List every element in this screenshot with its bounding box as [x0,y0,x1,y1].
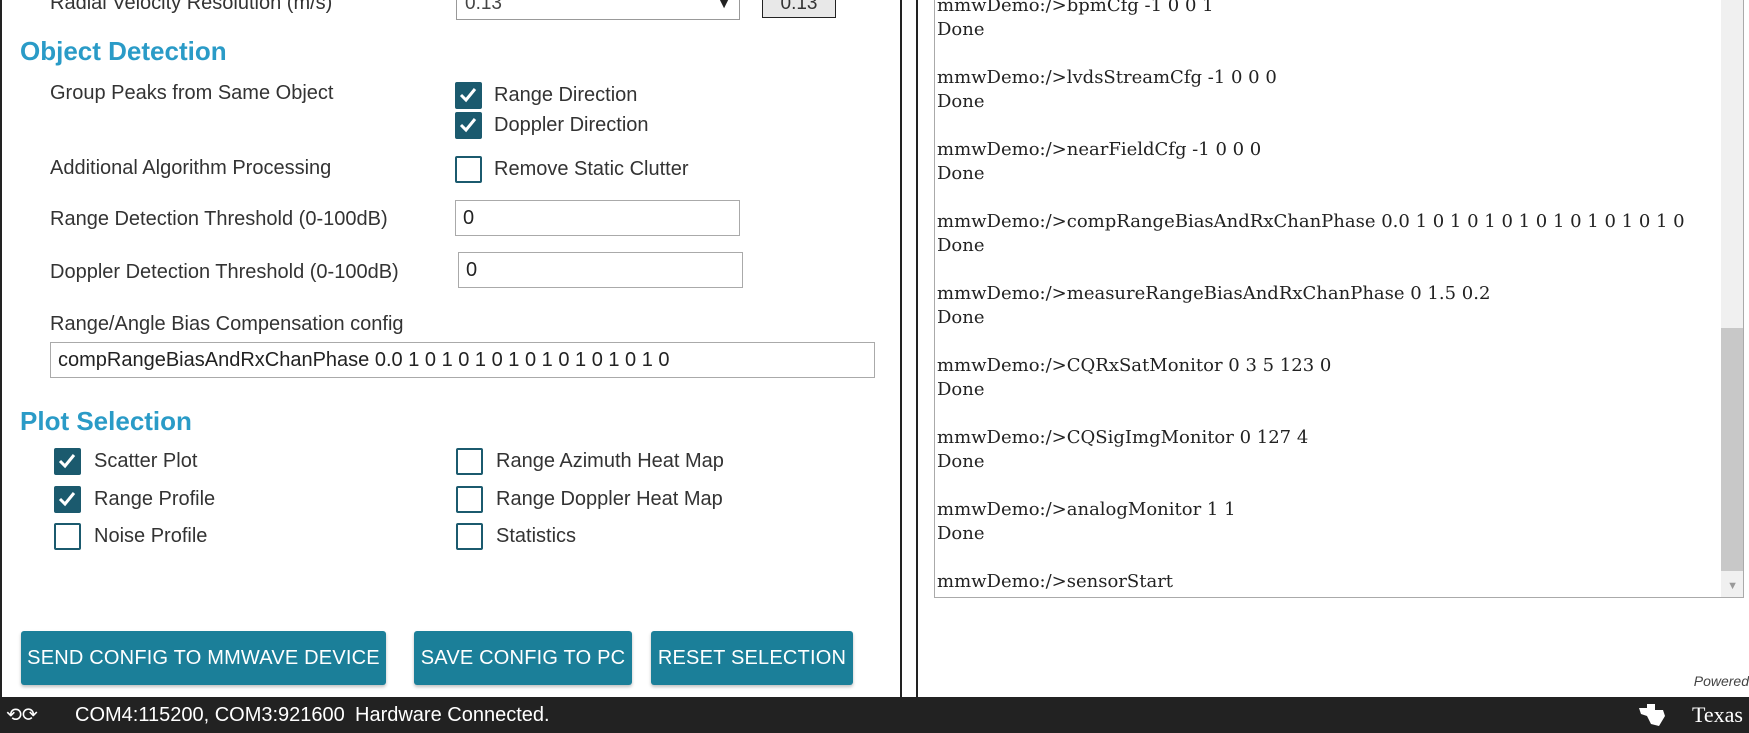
console-command-line: mmwDemo:/>bpmCfg -1 0 0 1 [937,0,1214,16]
console-output-line: Done [937,523,985,544]
radial-velocity-selected: 0.13 [465,0,502,14]
connection-status: Hardware Connected. [355,704,550,726]
status-bar: ⟲⟳ COM4:115200, COM3:921600 Hardware Con… [0,697,1749,733]
console-output-line: Done [937,91,985,112]
range-profile-label: Range Profile [94,488,216,510]
range-profile-checkbox[interactable] [54,486,81,513]
console-command-line: mmwDemo:/>lvdsStreamCfg -1 0 0 0 [937,67,1277,88]
console-command-line: mmwDemo:/>analogMonitor 1 1 [937,499,1236,520]
scroll-down-icon[interactable]: ▼ [1727,580,1738,592]
statistics-checkbox[interactable] [456,523,483,550]
console-output[interactable]: mmwDemo:/>bpmCfg -1 0 0 1 Done mmwDemo:/>l… [934,0,1744,598]
radial-velocity-select[interactable]: 0.13 ▼ [456,0,740,20]
refresh-connection-icon[interactable]: ⟲⟳ [6,704,38,727]
remove-static-clutter-checkbox[interactable] [455,156,482,183]
additional-processing-label: Additional Algorithm Processing [50,157,332,179]
console-output-line: Done [937,379,985,400]
doppler-threshold-input[interactable]: 0 [458,252,743,288]
powered-by-text: Powered [1693,673,1749,689]
dropdown-arrow-icon: ▼ [717,0,731,11]
statistics-label: Statistics [496,525,577,547]
bias-compensation-input[interactable]: compRangeBiasAndRxChanPhase 0.0 1 0 1 0 … [50,342,875,378]
range-azimuth-label: Range Azimuth Heat Map [496,450,724,472]
radial-velocity-label: Radial Velocity Resolution (m/s) [50,0,333,14]
range-doppler-checkbox[interactable] [456,486,483,513]
console-command-line: mmwDemo:/>compRangeBiasAndRxChanPhase 0.… [937,211,1685,232]
check-icon [58,454,76,469]
com-ports-status: COM4:115200, COM3:921600 [75,704,345,726]
console-command-line: mmwDemo:/>CQSigImgMonitor 0 127 4 [937,427,1309,448]
range-direction-label: Range Direction [494,84,638,106]
console-command-line: mmwDemo:/>nearFieldCfg -1 0 0 0 [937,139,1262,160]
config-panel: Radial Velocity Resolution (m/s) 0.13 ▼ … [0,0,902,697]
console-scrollbar[interactable]: ▼ [1721,0,1743,597]
console-output-line: Done [937,235,985,256]
scatter-plot-label: Scatter Plot [94,450,198,472]
console-command-line: mmwDemo:/>sensorStart [937,571,1174,592]
bias-compensation-label: Range/Angle Bias Compensation config [50,313,404,335]
save-config-button[interactable]: SAVE CONFIG TO PC [414,631,632,685]
radial-velocity-value: 0.13 [762,0,836,18]
range-threshold-label: Range Detection Threshold (0-100dB) [50,208,388,230]
check-icon [58,492,76,507]
scatter-plot-checkbox[interactable] [54,448,81,475]
console-output-line: Done [937,19,985,40]
range-azimuth-checkbox[interactable] [456,448,483,475]
check-icon [459,118,477,133]
remove-static-clutter-label: Remove Static Clutter [494,158,689,180]
console-command-line: mmwDemo:/>CQRxSatMonitor 0 3 5 123 0 [937,355,1332,376]
group-peaks-label: Group Peaks from Same Object [50,82,334,104]
console-panel: mmwDemo:/>bpmCfg -1 0 0 1 Done mmwDemo:/>l… [916,0,1749,697]
console-output-line: Done [937,307,985,328]
doppler-direction-label: Doppler Direction [494,114,649,136]
reset-selection-button[interactable]: RESET SELECTION [651,631,853,685]
noise-profile-checkbox[interactable] [54,523,81,550]
doppler-direction-checkbox[interactable] [455,112,482,139]
ti-brand-text: Texas [1692,702,1743,727]
doppler-threshold-label: Doppler Detection Threshold (0-100dB) [50,261,399,283]
send-config-button[interactable]: SEND CONFIG TO MMWAVE DEVICE [21,631,386,685]
console-output-line: Done [937,451,985,472]
ti-logo-icon [1639,704,1665,726]
section-title-plot-selection: Plot Selection [20,406,192,436]
noise-profile-label: Noise Profile [94,525,208,547]
console-output-line: Done [937,163,985,184]
range-doppler-label: Range Doppler Heat Map [496,488,723,510]
scrollbar-thumb[interactable] [1721,328,1743,571]
range-direction-checkbox[interactable] [455,82,482,109]
console-command-line: mmwDemo:/>measureRangeBiasAndRxChanPhase… [937,283,1491,304]
range-threshold-input[interactable]: 0 [455,200,740,236]
section-title-object-detection: Object Detection [20,36,227,66]
check-icon [459,88,477,103]
